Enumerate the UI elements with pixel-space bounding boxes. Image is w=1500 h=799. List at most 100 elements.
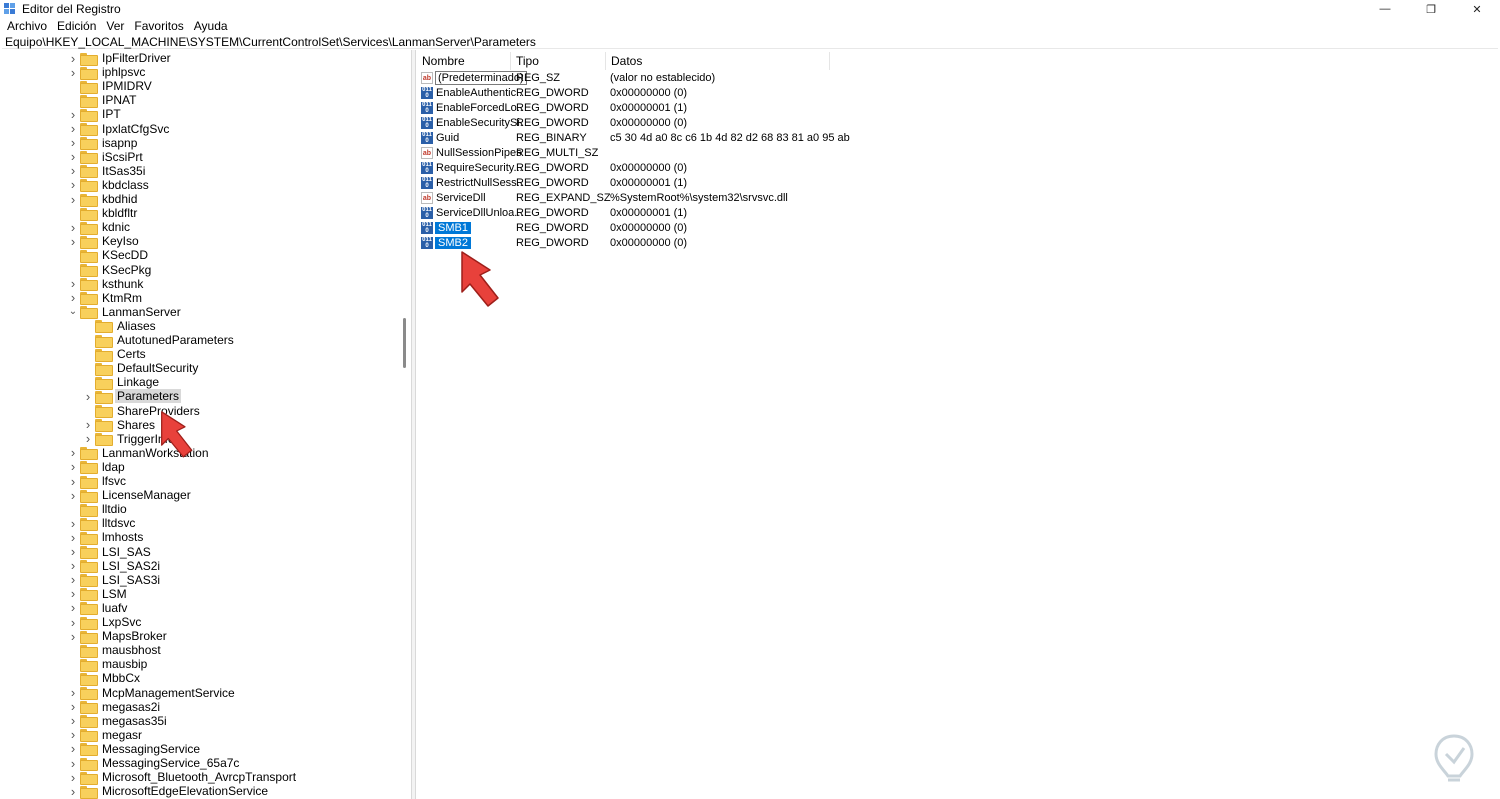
chevron-right-icon[interactable]: › [83, 389, 93, 404]
value-row[interactable]: 0110 RestrictNullSess... REG_DWORD 0x000000… [417, 175, 1117, 190]
value-row[interactable]: ab (Predeterminado) REG_SZ (valor no establ… [417, 70, 1117, 85]
tree-item[interactable]: › LxpSvc [68, 615, 143, 630]
value-row[interactable]: 0110 Guid REG_BINARY c5 30 4d a0 8c c6 1b 4… [417, 130, 1117, 145]
tree-item[interactable]: › LicenseManager [68, 488, 193, 503]
tree-item[interactable]: › MicrosoftEdgeElevationService [68, 784, 270, 799]
tree-item[interactable]: › Microsoft_Bluetooth_AvrcpTransport [68, 770, 298, 785]
tree-item[interactable]: › IpxlatCfgSvc [68, 121, 171, 136]
tree-scrollbar[interactable] [399, 50, 411, 799]
tree-item[interactable]: › IPT [68, 107, 123, 122]
chevron-right-icon[interactable]: › [68, 65, 78, 80]
chevron-right-icon[interactable]: › [68, 234, 78, 249]
tree-item[interactable]: Aliases [83, 319, 158, 334]
tree-item[interactable]: › megasas2i [68, 699, 162, 715]
close-button[interactable]: ✕ [1454, 0, 1500, 18]
tree-item[interactable]: › kdnic [68, 220, 132, 235]
tree-item[interactable]: ⌄ LanmanServer [68, 305, 183, 320]
chevron-right-icon[interactable]: › [68, 192, 78, 207]
tree-item[interactable]: IPMIDRV [68, 79, 154, 94]
tree-item[interactable]: › LSI_SAS3i [68, 572, 162, 588]
chevron-right-icon[interactable]: › [68, 600, 78, 615]
chevron-right-icon[interactable]: › [68, 459, 78, 474]
value-row[interactable]: 0110 RequireSecurity... REG_DWORD 0x0000000… [417, 160, 1117, 175]
value-row[interactable]: ab ServiceDll REG_EXPAND_SZ %SystemRoot%\sy… [417, 190, 1117, 205]
tree-item[interactable]: › KeyIso [68, 234, 141, 249]
chevron-right-icon[interactable]: › [68, 572, 78, 587]
tree-item[interactable]: › megasr [68, 727, 144, 743]
tree-item[interactable]: › Shares [83, 417, 157, 433]
tree-item[interactable]: › IpFilterDriver [68, 51, 173, 66]
tree-item[interactable]: › MessagingService_65a7c [68, 756, 241, 771]
column-header-type[interactable]: Tipo [511, 52, 606, 70]
value-row[interactable]: 0110 SMB1 REG_DWORD 0x00000000 (0) [417, 220, 1117, 235]
tree-item[interactable]: › kbdhid [68, 192, 139, 207]
chevron-right-icon[interactable]: › [83, 417, 93, 432]
tree-item[interactable]: › lmhosts [68, 530, 145, 545]
value-row[interactable]: 0110 SMB2 REG_DWORD 0x00000000 (0) [417, 235, 1117, 250]
tree-item[interactable]: AutotunedParameters [83, 333, 236, 348]
value-row[interactable]: 0110 ServiceDllUnloa... REG_DWORD 0x0000000… [417, 205, 1117, 220]
tree-item[interactable]: › LSM [68, 586, 129, 602]
chevron-right-icon[interactable]: › [68, 685, 78, 700]
tree-item[interactable]: › iScsiPrt [68, 149, 145, 165]
chevron-right-icon[interactable]: › [68, 107, 78, 122]
tree-item[interactable]: › LSI_SAS2i [68, 558, 162, 574]
chevron-right-icon[interactable]: › [68, 220, 78, 235]
chevron-right-icon[interactable]: › [68, 629, 78, 644]
chevron-right-icon[interactable]: › [68, 51, 78, 66]
chevron-right-icon[interactable]: › [68, 713, 78, 728]
tree-item[interactable]: › megasas35i [68, 713, 169, 729]
value-row[interactable]: 0110 EnableForcedLo... REG_DWORD 0x00000001… [417, 100, 1117, 115]
value-row[interactable]: 0110 EnableAuthentic... REG_DWORD 0x0000000… [417, 85, 1117, 100]
tree-item[interactable]: › isapnp [68, 135, 139, 151]
chevron-right-icon[interactable]: › [68, 488, 78, 503]
chevron-right-icon[interactable]: › [68, 121, 78, 136]
tree-item[interactable]: KSecPkg [68, 263, 153, 277]
menu-ayuda[interactable]: Ayuda [189, 19, 233, 33]
chevron-right-icon[interactable]: › [68, 586, 78, 601]
tree-item[interactable]: › MapsBroker [68, 629, 169, 644]
chevron-right-icon[interactable]: › [68, 445, 78, 460]
tree-item[interactable]: mausbhost [68, 643, 163, 658]
tree-item[interactable]: › luafv [68, 600, 129, 616]
tree-item[interactable]: lltdio [68, 502, 129, 517]
tree-scrollbar-thumb[interactable] [403, 318, 406, 368]
tree-item[interactable]: Linkage [83, 375, 161, 390]
chevron-right-icon[interactable]: › [68, 149, 78, 164]
chevron-right-icon[interactable]: › [68, 544, 78, 559]
tree-item[interactable]: › ksthunk [68, 276, 145, 292]
chevron-right-icon[interactable]: › [68, 699, 78, 714]
column-header-name[interactable]: Nombre [417, 52, 511, 70]
tree-item[interactable]: IPNAT [68, 93, 138, 108]
tree-item[interactable]: › Parameters [83, 389, 182, 404]
chevron-right-icon[interactable]: › [68, 276, 78, 291]
chevron-right-icon[interactable]: › [68, 290, 78, 305]
chevron-right-icon[interactable]: › [68, 516, 78, 531]
chevron-down-icon[interactable]: ⌄ [68, 305, 78, 319]
tree-item[interactable]: kbldfltr [68, 206, 139, 221]
tree-item[interactable]: › ItSas35i [68, 163, 147, 179]
restore-button[interactable]: ❐ [1408, 0, 1454, 18]
tree-item[interactable]: › kbdclass [68, 177, 151, 193]
menu-edicion[interactable]: Edición [52, 19, 101, 33]
tree-item[interactable]: mausbip [68, 657, 149, 672]
tree-item[interactable]: › McpManagementService [68, 685, 237, 700]
tree-item[interactable]: › lltdsvc [68, 516, 137, 531]
chevron-right-icon[interactable]: › [68, 474, 78, 489]
tree-item[interactable]: Certs [83, 347, 148, 362]
chevron-right-icon[interactable]: › [68, 135, 78, 150]
chevron-right-icon[interactable]: › [68, 615, 78, 630]
value-row[interactable]: 0110 EnableSecuritySi... REG_DWORD 0x000000… [417, 115, 1117, 130]
tree-item[interactable]: › LSI_SAS [68, 544, 153, 559]
tree-item[interactable]: › lfsvc [68, 474, 128, 489]
chevron-right-icon[interactable]: › [68, 770, 78, 785]
value-row[interactable]: ab NullSessionPipes REG_MULTI_SZ [417, 145, 1117, 160]
menu-favoritos[interactable]: Favoritos [129, 19, 188, 33]
chevron-right-icon[interactable]: › [68, 756, 78, 771]
chevron-right-icon[interactable]: › [68, 727, 78, 742]
address-bar[interactable]: Equipo\HKEY_LOCAL_MACHINE\SYSTEM\Current… [2, 35, 1498, 49]
tree-item[interactable]: › ldap [68, 459, 127, 475]
chevron-right-icon[interactable]: › [68, 558, 78, 573]
chevron-right-icon[interactable]: › [68, 784, 78, 799]
menu-archivo[interactable]: Archivo [0, 19, 52, 33]
